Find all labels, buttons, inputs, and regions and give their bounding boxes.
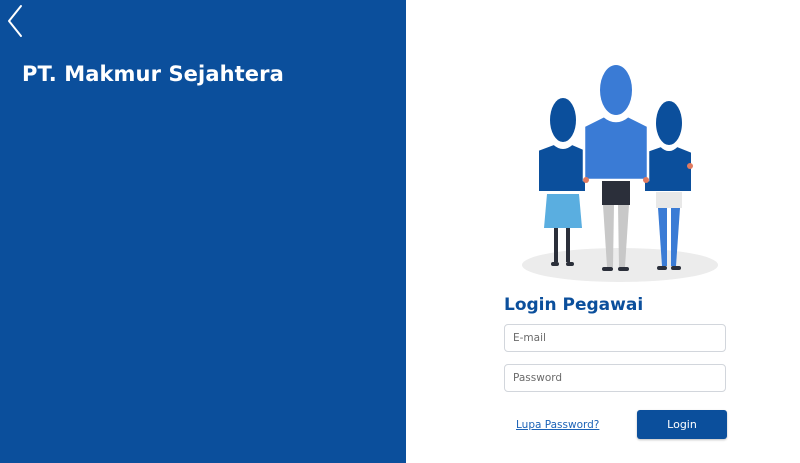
login-panel: Login Pegawai Lupa Password? Login xyxy=(406,0,800,463)
team-people-illustration xyxy=(522,65,718,282)
company-name: PT. Makmur Sejahtera xyxy=(22,62,284,86)
password-field[interactable] xyxy=(504,364,726,392)
middle-person xyxy=(582,65,650,271)
left-person xyxy=(537,98,587,266)
email-field[interactable] xyxy=(504,324,726,352)
chevron-left-icon[interactable] xyxy=(4,2,28,40)
login-title: Login Pegawai xyxy=(504,295,644,315)
forgot-password-link[interactable]: Lupa Password? xyxy=(516,419,599,431)
login-button[interactable]: Login xyxy=(637,410,727,439)
brand-panel: PT. Makmur Sejahtera xyxy=(0,0,406,463)
right-person xyxy=(643,101,693,270)
